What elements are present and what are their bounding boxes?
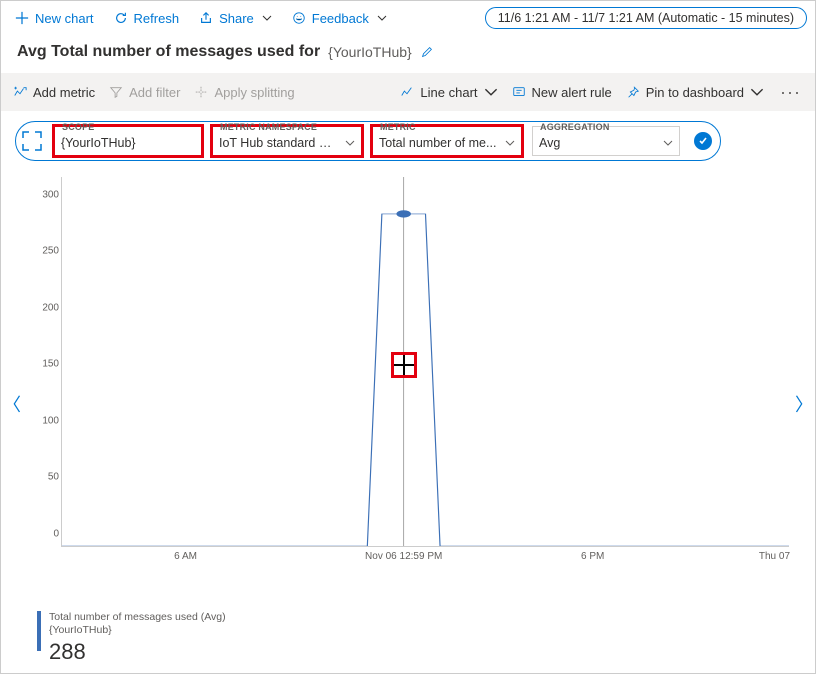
alert-icon xyxy=(512,85,526,99)
chart-toolbar: Add metric Add filter Apply splitting Li… xyxy=(1,73,815,111)
smile-icon xyxy=(292,11,306,25)
x-tick: Nov 06 12:59 PM xyxy=(365,551,442,562)
legend-series-scope: {YourIoTHub} xyxy=(49,624,226,637)
y-tick: 250 xyxy=(42,246,59,257)
confirm-icon[interactable] xyxy=(694,132,712,150)
refresh-label: Refresh xyxy=(134,11,180,26)
chevron-down-icon xyxy=(262,13,272,23)
time-range-label: 11/6 1:21 AM - 11/7 1:21 AM (Automatic -… xyxy=(498,11,794,25)
pin-button[interactable]: Pin to dashboard xyxy=(626,85,764,100)
legend: Total number of messages used (Avg) {You… xyxy=(37,611,226,665)
refresh-button[interactable]: Refresh xyxy=(108,7,186,30)
legend-current-value: 288 xyxy=(49,639,226,665)
new-chart-button[interactable]: New chart xyxy=(9,7,100,30)
plus-icon xyxy=(15,11,29,25)
add-metric-label: Add metric xyxy=(33,85,95,100)
metric-value: Total number of me... xyxy=(379,136,496,150)
y-tick: 50 xyxy=(48,472,59,483)
y-tick: 150 xyxy=(42,359,59,370)
filter-icon xyxy=(109,85,123,99)
line-chart-icon xyxy=(400,85,414,99)
y-tick: 100 xyxy=(42,415,59,426)
chart-type-label: Line chart xyxy=(420,85,477,100)
feedback-label: Feedback xyxy=(312,11,369,26)
x-tick: Thu 07 xyxy=(759,551,790,562)
scope-value: {YourIoTHub} xyxy=(61,136,136,150)
y-tick: 300 xyxy=(42,189,59,200)
new-chart-label: New chart xyxy=(35,11,94,26)
more-button[interactable]: ··· xyxy=(778,82,803,103)
page-title-scope: {YourIoTHub} xyxy=(328,44,412,60)
metric-selector-pill: SCOPE {YourIoTHub} METRIC NAMESPACE IoT … xyxy=(15,121,721,161)
apply-splitting-label: Apply splitting xyxy=(214,85,294,100)
chevron-down-icon xyxy=(345,138,355,148)
pin-icon xyxy=(626,85,640,99)
pin-label: Pin to dashboard xyxy=(646,85,744,100)
aggregation-value: Avg xyxy=(539,136,560,150)
namespace-label: METRIC NAMESPACE xyxy=(218,122,319,132)
x-tick: 6 AM xyxy=(174,551,197,562)
new-alert-button[interactable]: New alert rule xyxy=(512,85,612,100)
chevron-down-icon xyxy=(505,138,515,148)
chevron-down-icon xyxy=(484,85,498,99)
next-chart-button[interactable]: 〉 xyxy=(795,391,813,417)
cursor-marker xyxy=(391,352,417,378)
metric-label: METRIC xyxy=(378,122,418,132)
scope-label: SCOPE xyxy=(60,122,97,132)
new-alert-label: New alert rule xyxy=(532,85,612,100)
add-metric-button[interactable]: Add metric xyxy=(13,85,95,100)
share-icon xyxy=(199,11,213,25)
y-tick: 0 xyxy=(53,529,59,540)
apply-splitting-button: Apply splitting xyxy=(194,85,294,100)
add-filter-label: Add filter xyxy=(129,85,180,100)
chart-area[interactable]: 0 50 100 150 200 250 300 6 AM Nov 06 12:59 PM 6 … xyxy=(1,165,815,575)
x-tick: 6 PM xyxy=(581,551,604,562)
feedback-button[interactable]: Feedback xyxy=(286,7,393,30)
namespace-value: IoT Hub standard m... xyxy=(219,136,339,150)
add-filter-button: Add filter xyxy=(109,85,180,100)
share-label: Share xyxy=(219,11,254,26)
chevron-down-icon xyxy=(663,138,673,148)
add-metric-icon xyxy=(13,85,27,99)
edit-icon[interactable] xyxy=(420,45,434,59)
share-button[interactable]: Share xyxy=(193,7,278,30)
refresh-icon xyxy=(114,11,128,25)
aggregation-label: AGGREGATION xyxy=(538,122,612,132)
prev-chart-button[interactable]: 〈 xyxy=(3,391,21,417)
legend-color-bar xyxy=(37,611,41,651)
chevron-down-icon xyxy=(750,85,764,99)
legend-series-name: Total number of messages used (Avg) xyxy=(49,611,226,624)
split-icon xyxy=(194,85,208,99)
page-title: Avg Total number of messages used for xyxy=(17,43,320,61)
time-range-picker[interactable]: 11/6 1:21 AM - 11/7 1:21 AM (Automatic -… xyxy=(485,7,807,29)
y-tick: 200 xyxy=(42,302,59,313)
expand-icon[interactable] xyxy=(20,129,44,153)
chevron-down-icon xyxy=(377,13,387,23)
chart-type-button[interactable]: Line chart xyxy=(400,85,497,100)
